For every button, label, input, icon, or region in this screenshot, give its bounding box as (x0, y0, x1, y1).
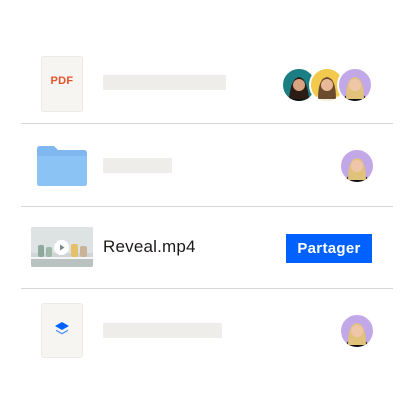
folder-icon (37, 146, 87, 186)
file-name-placeholder (103, 323, 222, 338)
avatar (337, 67, 373, 103)
file-row-pdf[interactable]: PDF (0, 55, 414, 113)
file-row-video[interactable]: Reveal.mp4 Partager (0, 225, 414, 269)
avatar (339, 148, 375, 184)
row-divider (21, 123, 393, 124)
avatar (339, 313, 375, 349)
dropbox-logo-icon (54, 321, 70, 337)
file-name: Reveal.mp4 (103, 237, 196, 256)
row-divider (21, 288, 393, 289)
file-name-placeholder (103, 158, 172, 173)
row-divider (21, 206, 393, 207)
pdf-file-icon: PDF (42, 57, 82, 111)
play-icon[interactable] (54, 240, 69, 255)
video-thumbnail (31, 227, 93, 267)
file-row-folder[interactable] (0, 140, 414, 192)
file-name-placeholder (103, 75, 226, 90)
share-button[interactable]: Partager (286, 234, 372, 263)
dropbox-file-icon (42, 304, 82, 357)
file-row-dropbox[interactable] (0, 304, 414, 358)
pdf-icon-label: PDF (50, 75, 74, 87)
